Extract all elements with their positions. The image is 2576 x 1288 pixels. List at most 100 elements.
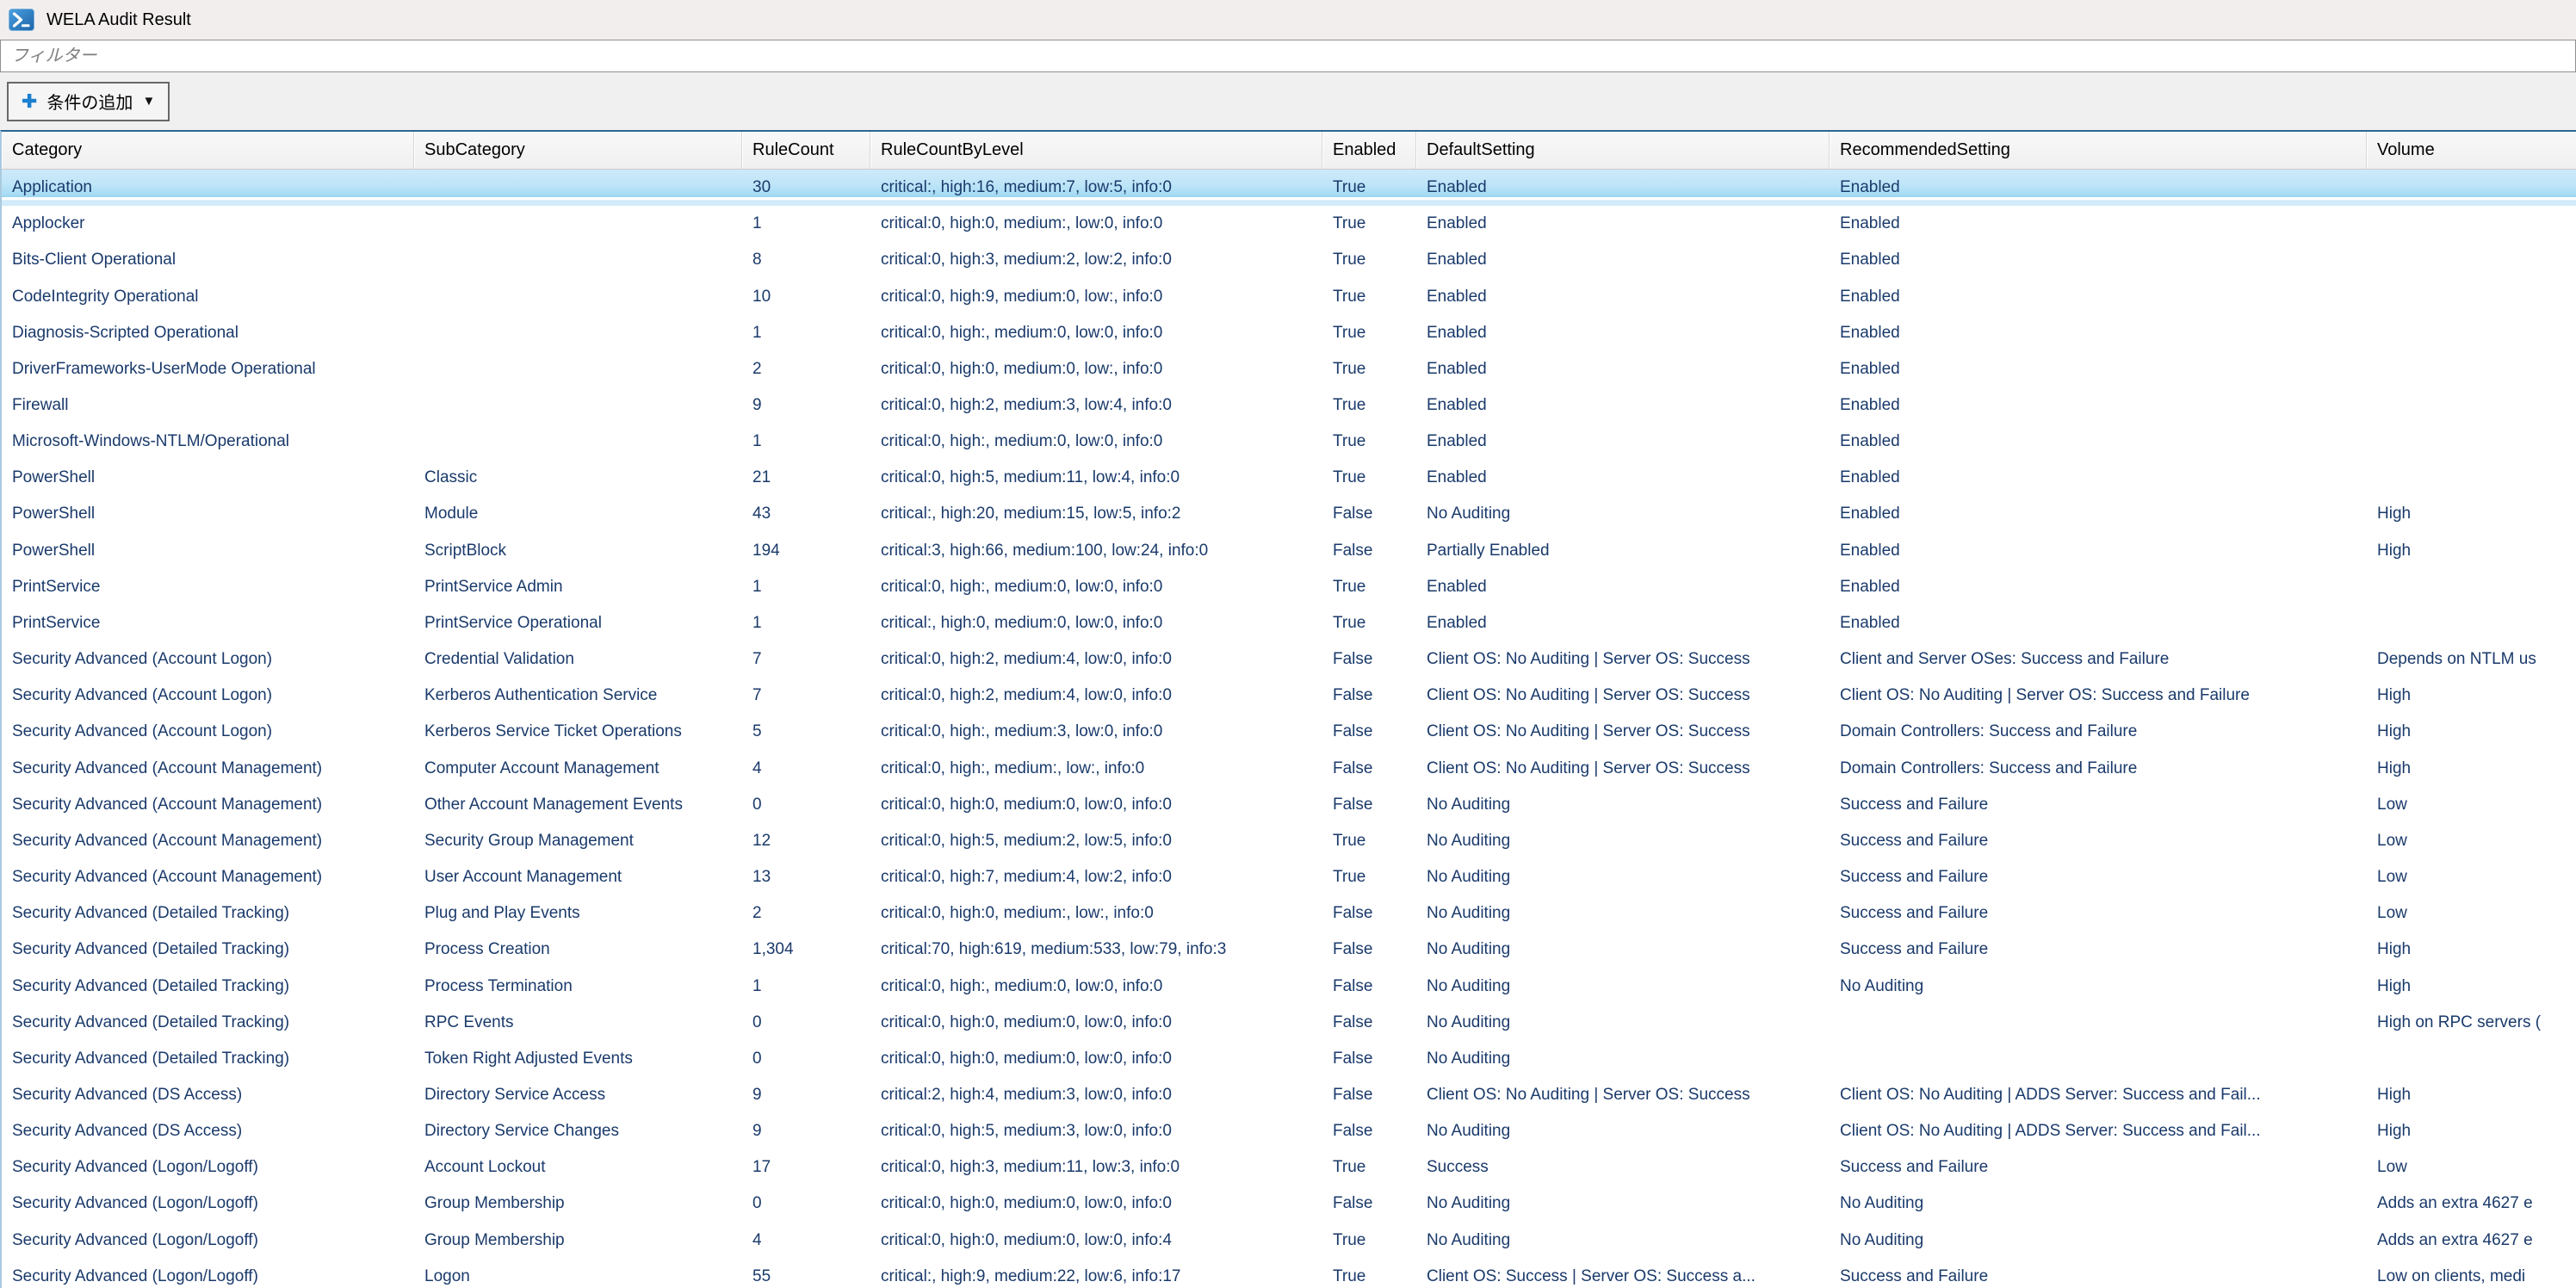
cell-enabled: False: [1322, 751, 1416, 787]
table-row[interactable]: Security Advanced (Account Management)Se…: [2, 823, 2576, 859]
table-row[interactable]: Bits-Client Operational8critical:0, high…: [2, 242, 2576, 278]
cell-category: PrintService: [2, 605, 414, 641]
cell-volume: Depends on NTLM us: [2367, 641, 2576, 678]
table-row[interactable]: PowerShellScriptBlock194critical:3, high…: [2, 533, 2576, 569]
cell-defaultsetting: Enabled: [1416, 424, 1830, 460]
cell-category: Security Advanced (Logon/Logoff): [2, 1149, 414, 1186]
cell-subcategory: Security Group Management: [414, 823, 742, 859]
table-row[interactable]: Security Advanced (Logon/Logoff)Account …: [2, 1149, 2576, 1186]
table-row[interactable]: PowerShellClassic21critical:0, high:5, m…: [2, 460, 2576, 496]
table-row[interactable]: Security Advanced (Account Logon)Credent…: [2, 641, 2576, 678]
cell-recommendedsetting: Enabled: [1830, 170, 2367, 206]
cell-rulecountbylevel: critical:0, high:5, medium:2, low:5, inf…: [870, 823, 1322, 859]
cell-subcategory: Account Lockout: [414, 1149, 742, 1186]
table-row[interactable]: Security Advanced (Account Logon)Kerbero…: [2, 714, 2576, 750]
table-row[interactable]: Security Advanced (Logon/Logoff)Group Me…: [2, 1186, 2576, 1222]
table-row[interactable]: DriverFrameworks-UserMode Operational2cr…: [2, 351, 2576, 387]
table-row[interactable]: Security Advanced (Detailed Tracking)Tok…: [2, 1041, 2576, 1077]
cell-category: Diagnosis-Scripted Operational: [2, 315, 414, 351]
cell-rulecountbylevel: critical:0, high:0, medium:, low:, info:…: [870, 895, 1322, 932]
grid-header-row: CategorySubCategoryRuleCountRuleCountByL…: [2, 132, 2576, 170]
table-row[interactable]: Security Advanced (Logon/Logoff)Logon55c…: [2, 1259, 2576, 1288]
table-row[interactable]: Security Advanced (Detailed Tracking)Plu…: [2, 895, 2576, 932]
table-row[interactable]: PrintServicePrintService Operational1cri…: [2, 605, 2576, 641]
cell-enabled: True: [1322, 387, 1416, 424]
table-row[interactable]: Security Advanced (Detailed Tracking)Pro…: [2, 932, 2576, 968]
cell-subcategory: User Account Management: [414, 859, 742, 895]
cell-subcategory: PrintService Operational: [414, 605, 742, 641]
table-row[interactable]: Security Advanced (DS Access)Directory S…: [2, 1113, 2576, 1149]
table-row[interactable]: PrintServicePrintService Admin1critical:…: [2, 569, 2576, 605]
table-row[interactable]: Security Advanced (Account Management)Co…: [2, 751, 2576, 787]
column-header-enabled[interactable]: Enabled: [1322, 132, 1416, 169]
cell-rulecountbylevel: critical:0, high:5, medium:11, low:4, in…: [870, 460, 1322, 496]
column-header-rulecountbylevel[interactable]: RuleCountByLevel: [870, 132, 1322, 169]
cell-subcategory: Module: [414, 496, 742, 532]
cell-category: PowerShell: [2, 460, 414, 496]
column-header-volume[interactable]: Volume: [2367, 132, 2576, 169]
table-row[interactable]: Diagnosis-Scripted Operational1critical:…: [2, 315, 2576, 351]
cell-rulecount: 43: [742, 496, 870, 532]
cell-rulecount: 1: [742, 569, 870, 605]
table-row[interactable]: PowerShellModule43critical:, high:20, me…: [2, 496, 2576, 532]
cell-recommendedsetting: Client OS: No Auditing | ADDS Server: Su…: [1830, 1113, 2367, 1149]
cell-category: Security Advanced (Account Logon): [2, 641, 414, 678]
cell-volume: [2367, 242, 2576, 278]
table-row[interactable]: Security Advanced (Account Management)Ot…: [2, 787, 2576, 823]
cell-enabled: False: [1322, 1113, 1416, 1149]
table-row[interactable]: Security Advanced (Account Logon)Kerbero…: [2, 678, 2576, 714]
cell-recommendedsetting: [1830, 1005, 2367, 1041]
table-row[interactable]: Security Advanced (Detailed Tracking)Pro…: [2, 968, 2576, 1004]
column-header-subcategory[interactable]: SubCategory: [414, 132, 742, 169]
cell-volume: [2367, 424, 2576, 460]
cell-subcategory: ScriptBlock: [414, 533, 742, 569]
column-header-recommendedsetting[interactable]: RecommendedSetting: [1830, 132, 2367, 169]
cell-volume: Low: [2367, 787, 2576, 823]
cell-rulecount: 9: [742, 1077, 870, 1113]
cell-subcategory: Kerberos Service Ticket Operations: [414, 714, 742, 750]
add-criteria-button[interactable]: ✚ 条件の追加 ▼: [7, 82, 170, 121]
cell-subcategory: Directory Service Changes: [414, 1113, 742, 1149]
cell-rulecountbylevel: critical:0, high:5, medium:3, low:0, inf…: [870, 1113, 1322, 1149]
powershell-icon: [9, 9, 34, 31]
column-header-category[interactable]: Category: [2, 132, 414, 169]
column-header-rulecount[interactable]: RuleCount: [742, 132, 870, 169]
cell-category: Security Advanced (Detailed Tracking): [2, 1041, 414, 1077]
cell-recommendedsetting: No Auditing: [1830, 1186, 2367, 1222]
cell-category: Applocker: [2, 206, 414, 242]
table-row[interactable]: Security Advanced (Account Management)Us…: [2, 859, 2576, 895]
cell-category: Security Advanced (Account Management): [2, 787, 414, 823]
cell-category: Security Advanced (DS Access): [2, 1077, 414, 1113]
table-row[interactable]: Security Advanced (Logon/Logoff)Group Me…: [2, 1223, 2576, 1259]
cell-volume: [2367, 170, 2576, 206]
filter-input[interactable]: [0, 40, 2576, 72]
table-row[interactable]: CodeIntegrity Operational10critical:0, h…: [2, 278, 2576, 314]
cell-category: Application: [2, 170, 414, 206]
table-row[interactable]: Microsoft-Windows-NTLM/Operational1criti…: [2, 424, 2576, 460]
cell-category: PowerShell: [2, 533, 414, 569]
cell-rulecount: 13: [742, 859, 870, 895]
cell-enabled: True: [1322, 859, 1416, 895]
cell-volume: High: [2367, 1077, 2576, 1113]
cell-rulecountbylevel: critical:0, high:, medium:, low:, info:0: [870, 751, 1322, 787]
cell-recommendedsetting: Client OS: No Auditing | ADDS Server: Su…: [1830, 1077, 2367, 1113]
cell-recommendedsetting: Enabled: [1830, 315, 2367, 351]
table-row[interactable]: Firewall9critical:0, high:2, medium:3, l…: [2, 387, 2576, 424]
cell-subcategory: Credential Validation: [414, 641, 742, 678]
cell-defaultsetting: No Auditing: [1416, 496, 1830, 532]
table-row[interactable]: Applocker1critical:0, high:0, medium:, l…: [2, 206, 2576, 242]
cell-volume: Low: [2367, 823, 2576, 859]
cell-rulecountbylevel: critical:0, high:, medium:0, low:0, info…: [870, 569, 1322, 605]
cell-subcategory: [414, 242, 742, 278]
column-header-defaultsetting[interactable]: DefaultSetting: [1416, 132, 1830, 169]
cell-volume: Low: [2367, 1149, 2576, 1186]
table-row[interactable]: Security Advanced (DS Access)Directory S…: [2, 1077, 2576, 1113]
cell-subcategory: [414, 206, 742, 242]
table-row[interactable]: Security Advanced (Detailed Tracking)RPC…: [2, 1005, 2576, 1041]
cell-enabled: True: [1322, 1259, 1416, 1288]
table-row[interactable]: Application30critical:, high:16, medium:…: [2, 170, 2576, 206]
cell-defaultsetting: No Auditing: [1416, 823, 1830, 859]
cell-category: Security Advanced (Detailed Tracking): [2, 968, 414, 1004]
cell-recommendedsetting: Enabled: [1830, 496, 2367, 532]
cell-defaultsetting: Enabled: [1416, 351, 1830, 387]
